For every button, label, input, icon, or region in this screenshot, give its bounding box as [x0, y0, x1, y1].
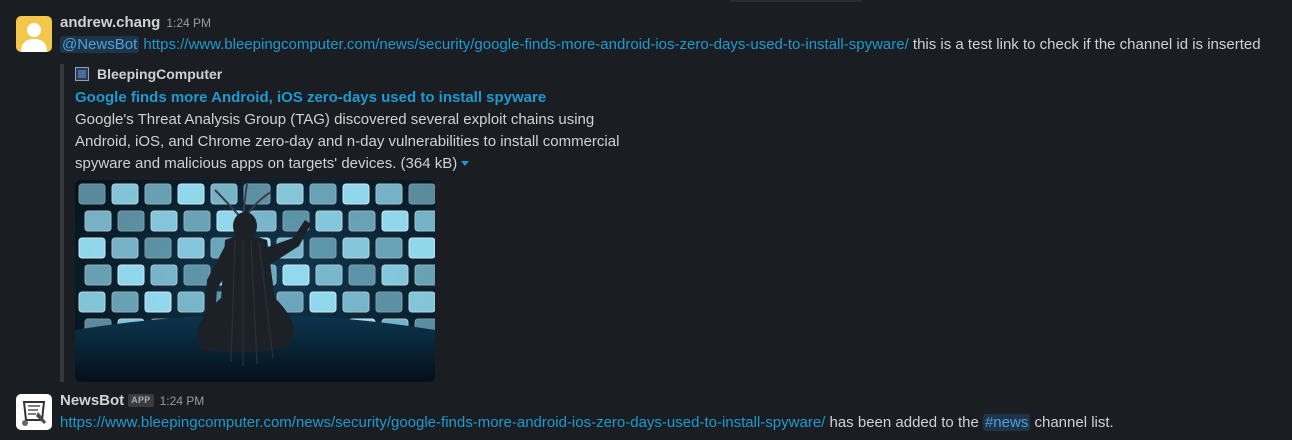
message-text-tail: channel list.: [1030, 414, 1114, 431]
article-link[interactable]: https://www.bleepingcomputer.com/news/se…: [60, 414, 825, 431]
message-text: @NewsBot https://www.bleepingcomputer.co…: [60, 34, 1282, 56]
unfurl-title-link[interactable]: Google finds more Android, iOS zero-days…: [75, 87, 695, 109]
timestamp[interactable]: 1:24 PM: [166, 16, 211, 30]
unfurl-site-name: BleepingComputer: [97, 66, 223, 82]
bot-avatar[interactable]: [16, 394, 52, 430]
message-text: https://www.bleepingcomputer.com/news/se…: [60, 412, 1282, 434]
timestamp[interactable]: 1:24 PM: [160, 394, 205, 408]
app-badge: APP: [128, 394, 154, 407]
newsbot-logo-icon: [16, 394, 52, 430]
article-link[interactable]: https://www.bleepingcomputer.com/news/se…: [143, 36, 908, 53]
message-header: NewsBot APP 1:24 PM: [60, 390, 1282, 412]
author-name[interactable]: andrew.chang: [60, 14, 160, 31]
file-size: (364 kB): [400, 155, 458, 172]
unfurl-description-text: Google's Threat Analysis Group (TAG) dis…: [75, 111, 620, 172]
channel-link-news[interactable]: #news: [982, 414, 1031, 431]
message-text-middle: has been added to the: [825, 414, 983, 431]
top-divider: [730, 0, 862, 2]
user-avatar[interactable]: [16, 16, 52, 52]
bleepingcomputer-favicon-icon: [75, 67, 89, 81]
user-silhouette-icon: [16, 16, 52, 52]
unfurl-site: BleepingComputer: [75, 64, 695, 84]
unfurl-description: Google's Threat Analysis Group (TAG) dis…: [75, 109, 645, 175]
collapse-caret-icon[interactable]: [461, 161, 470, 166]
link-unfurl: BleepingComputer Google finds more Andro…: [60, 64, 695, 382]
article-preview-image[interactable]: [75, 180, 435, 382]
message-header: andrew.chang 1:24 PM: [60, 12, 1282, 34]
mention-newsbot[interactable]: @NewsBot: [60, 36, 140, 53]
author-name[interactable]: NewsBot: [60, 392, 124, 409]
message-text-tail: this is a test link to check if the chan…: [908, 36, 1261, 53]
